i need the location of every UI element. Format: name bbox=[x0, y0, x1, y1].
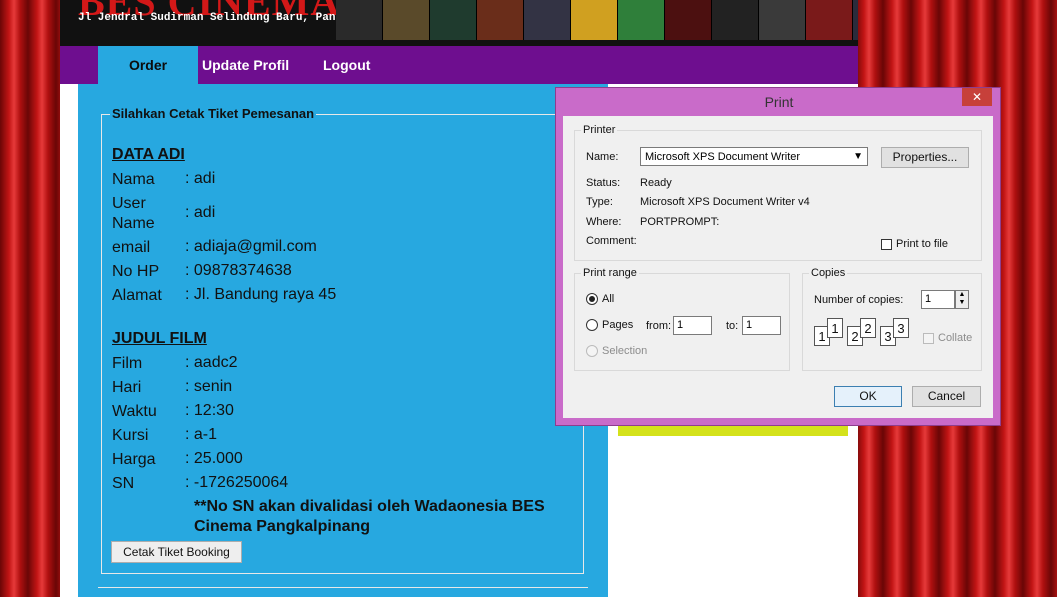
comment-label: Comment: bbox=[586, 235, 637, 247]
range-all-label: All bbox=[602, 293, 615, 305]
row-value: : senin bbox=[185, 378, 233, 395]
row-value: : adiaja@gmil.com bbox=[185, 238, 317, 255]
cetak-tiket-button[interactable]: Cetak Tiket Booking bbox=[111, 541, 242, 563]
nav-order[interactable]: Order bbox=[98, 46, 198, 88]
movie-poster bbox=[665, 0, 712, 40]
close-icon[interactable]: ✕ bbox=[962, 88, 992, 106]
header-banner: BES CINEMA 21 Jl Jendral Sudirman Selind… bbox=[60, 0, 858, 48]
movie-poster bbox=[571, 0, 618, 40]
divider bbox=[98, 587, 588, 588]
range-pages-radio[interactable] bbox=[586, 319, 598, 331]
printer-select[interactable]: Microsoft XPS Document Writer ▼ bbox=[640, 147, 868, 166]
from-label: from: bbox=[646, 320, 672, 332]
print-to-file-label: Print to file bbox=[896, 238, 948, 250]
data-section-title: DATA ADI bbox=[112, 146, 185, 163]
nav-logout[interactable]: Logout bbox=[323, 57, 370, 73]
row-value: : a-1 bbox=[185, 426, 218, 443]
type-value: Microsoft XPS Document Writer v4 bbox=[640, 196, 810, 208]
row-value: : 12:30 bbox=[185, 402, 234, 419]
range-selection-radio[interactable] bbox=[586, 345, 598, 357]
fieldset-legend: Silahkan Cetak Tiket Pemesanan bbox=[110, 106, 317, 121]
collate-label: Collate bbox=[938, 332, 973, 344]
row-value: : adi bbox=[185, 204, 216, 221]
movie-poster bbox=[853, 0, 858, 40]
movie-poster bbox=[759, 0, 806, 40]
row-value: : adi bbox=[185, 170, 216, 187]
type-label: Type: bbox=[586, 196, 613, 208]
movie-poster bbox=[806, 0, 853, 40]
movie-poster bbox=[477, 0, 524, 40]
row-value: : -1726250064 bbox=[185, 474, 289, 491]
movie-poster bbox=[430, 0, 477, 40]
properties-button[interactable]: Properties... bbox=[881, 147, 969, 168]
name-label: Name: bbox=[586, 151, 619, 163]
row-label: email bbox=[112, 239, 151, 256]
copies-spinner-icon[interactable]: ▲ ▼ bbox=[955, 290, 969, 309]
movie-poster bbox=[712, 0, 759, 40]
ok-button[interactable]: OK bbox=[834, 386, 902, 407]
movie-poster bbox=[524, 0, 571, 40]
printer-select-value: Microsoft XPS Document Writer bbox=[645, 151, 801, 163]
movie-poster bbox=[336, 0, 383, 40]
collate-checkbox[interactable] bbox=[923, 333, 934, 344]
collate-page-1b-icon: 1 bbox=[827, 318, 843, 338]
row-label: User Name bbox=[112, 195, 155, 232]
copies-input[interactable]: 1 bbox=[921, 290, 955, 309]
row-label: Alamat bbox=[112, 287, 162, 304]
row-label: Kursi bbox=[112, 427, 149, 444]
row-label: SN bbox=[112, 475, 135, 492]
row-label: No HP bbox=[112, 263, 160, 280]
copies-group-label: Copies bbox=[809, 267, 848, 279]
to-label: to: bbox=[726, 320, 739, 332]
sn-validation-note: **No SN akan divalidasi oleh Wadaonesia … bbox=[194, 498, 545, 535]
row-label: Waktu bbox=[112, 403, 157, 420]
nav-update-profil[interactable]: Update Profil bbox=[202, 57, 289, 73]
range-pages-label: Pages bbox=[602, 319, 634, 331]
row-label: Harga bbox=[112, 451, 156, 468]
where-label: Where: bbox=[586, 216, 622, 228]
range-all-radio[interactable] bbox=[586, 293, 598, 305]
row-value: : 25.000 bbox=[185, 450, 243, 467]
printer-group-label: Printer bbox=[581, 124, 618, 136]
collate-page-3b-icon: 3 bbox=[893, 318, 909, 338]
status-label: Status: bbox=[586, 177, 621, 189]
status-value: Ready bbox=[640, 177, 672, 189]
dialog-title: Print bbox=[764, 94, 794, 110]
row-value: : Jl. Bandung raya 45 bbox=[185, 286, 337, 303]
print-to-file-checkbox[interactable] bbox=[881, 239, 892, 250]
where-value: PORTPROMPT: bbox=[640, 216, 720, 228]
movie-poster bbox=[618, 0, 665, 40]
row-label: Film bbox=[112, 355, 143, 372]
poster-strip bbox=[336, 0, 858, 40]
range-selection-label: Selection bbox=[602, 345, 648, 357]
row-label: Hari bbox=[112, 379, 142, 396]
to-input[interactable]: 1 bbox=[742, 316, 781, 335]
film-section-title: JUDUL FILM bbox=[112, 330, 207, 347]
from-input[interactable]: 1 bbox=[673, 316, 712, 335]
dialog-body: Printer Name: Microsoft XPS Document Wri… bbox=[563, 116, 993, 418]
print-range-label: Print range bbox=[581, 267, 639, 279]
row-value: : 09878374638 bbox=[185, 262, 292, 279]
print-dialog: Print ✕ Printer Name: Microsoft XPS Docu… bbox=[555, 87, 1001, 426]
main-nav: Order Update Profil Logout bbox=[60, 46, 858, 88]
copies-label: Number of copies: bbox=[814, 294, 904, 306]
collate-page-2b-icon: 2 bbox=[860, 318, 876, 338]
row-label: Nama bbox=[112, 171, 155, 188]
movie-poster bbox=[383, 0, 430, 40]
cancel-button[interactable]: Cancel bbox=[912, 386, 981, 407]
row-value: : aadc2 bbox=[185, 354, 238, 371]
chevron-down-icon: ▼ bbox=[853, 151, 863, 162]
